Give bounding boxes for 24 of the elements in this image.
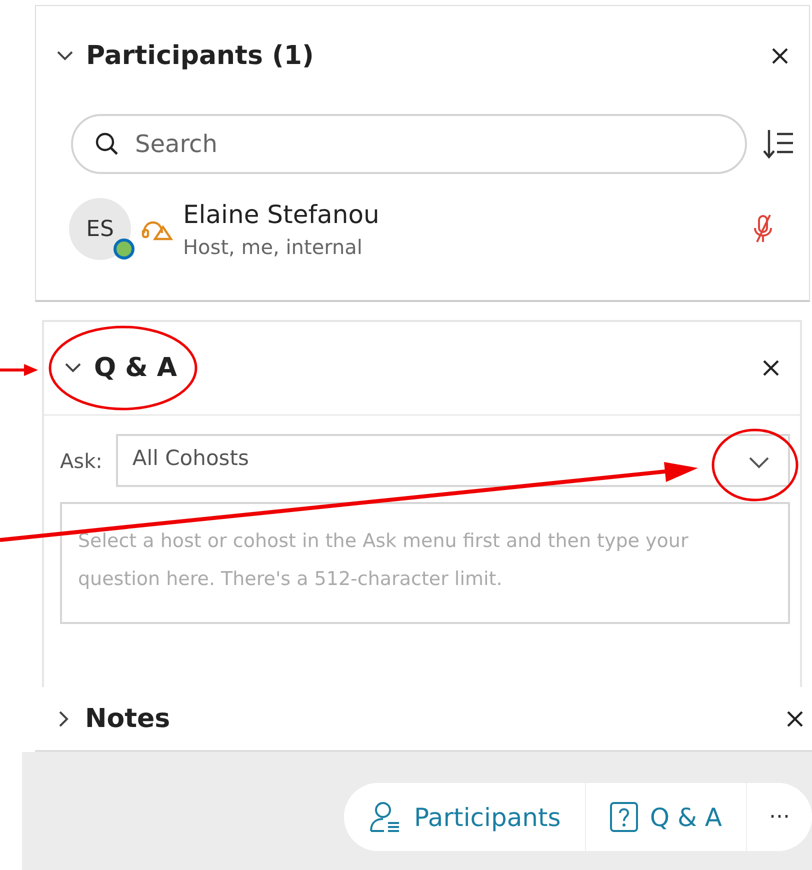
participant-role: Host, me, internal xyxy=(183,234,364,258)
more-button[interactable]: ··· xyxy=(746,783,812,851)
close-icon xyxy=(762,359,780,377)
status-icon xyxy=(113,238,135,260)
close-icon xyxy=(771,47,789,65)
close-button[interactable] xyxy=(762,359,780,377)
question-icon xyxy=(610,802,638,832)
sort-button[interactable] xyxy=(761,128,795,160)
panel-title: Q & A xyxy=(94,353,178,383)
participant-name: Elaine Stefanou xyxy=(183,200,380,228)
close-button[interactable] xyxy=(786,710,804,728)
close-icon xyxy=(786,710,804,728)
panel-title: Notes xyxy=(85,704,172,734)
muted-microphone-icon[interactable] xyxy=(752,214,774,244)
close-button[interactable] xyxy=(771,47,789,65)
panel-title: Participants (1) xyxy=(86,41,315,71)
ask-label: Ask: xyxy=(60,448,102,472)
ask-dropdown[interactable]: All Cohosts xyxy=(116,434,790,487)
person-list-icon xyxy=(368,801,402,833)
search-icon xyxy=(95,132,119,156)
search-field[interactable]: Search xyxy=(71,114,747,174)
chevron-down-icon xyxy=(748,456,770,470)
annotation-arrow xyxy=(0,363,40,377)
question-field[interactable]: Select a host or cohost in the Ask menu first and then type your question here. There's a 512-character limit. xyxy=(60,502,790,624)
